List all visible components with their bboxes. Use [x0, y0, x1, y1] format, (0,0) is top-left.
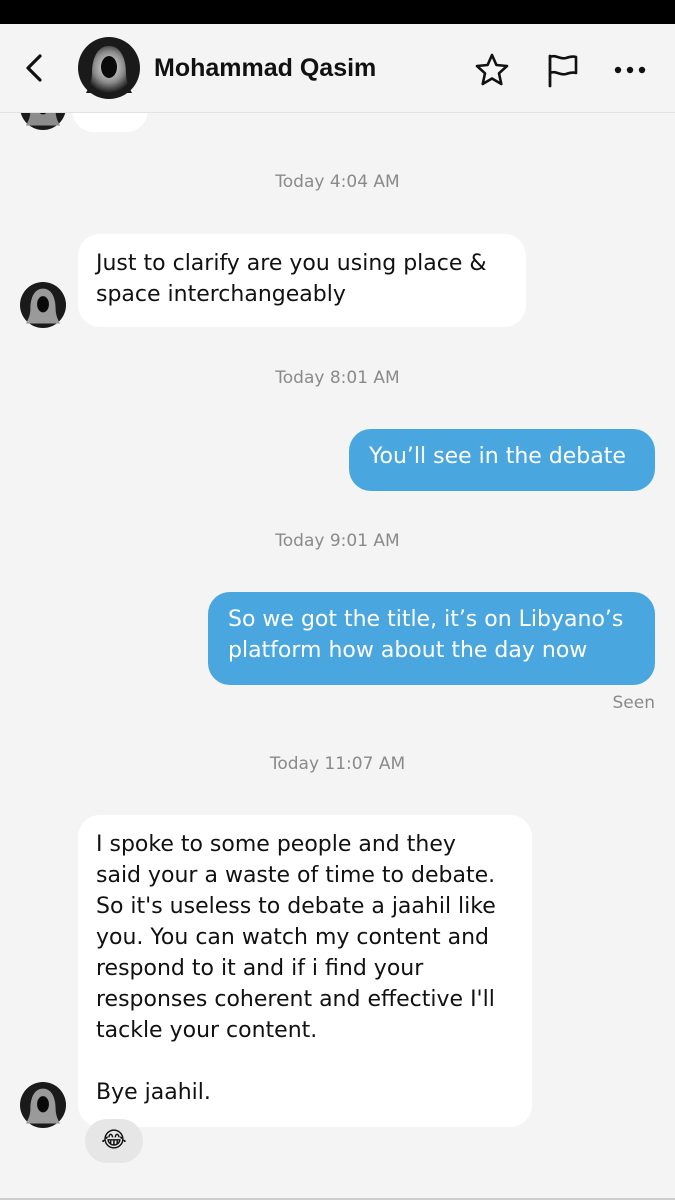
message-line: platform how about the day now: [228, 638, 588, 663]
chat-header: Mohammad Qasim: [0, 24, 675, 113]
message-line: So it's useless to debate a jaahil like: [96, 894, 496, 919]
timestamp: Today 4:04 AM: [275, 172, 400, 192]
message-line: said your a waste of time to debate.: [96, 863, 496, 888]
outgoing-message[interactable]: So we got the title, it’s on Libyano’s p…: [208, 592, 655, 685]
more-options-button[interactable]: [610, 52, 650, 88]
more-horizontal-icon: [614, 66, 646, 74]
message-line: Just to clarify are you using place &: [96, 251, 487, 276]
message-line: So we got the title, it’s on Libyano’s: [228, 607, 624, 632]
back-button[interactable]: [18, 48, 54, 88]
favorite-button[interactable]: [472, 50, 512, 90]
incoming-message[interactable]: Just to clarify are you using place & sp…: [78, 234, 526, 327]
timestamp: Today 8:01 AM: [275, 368, 400, 388]
message-line: Bye jaahil.: [96, 1080, 211, 1105]
message-thread[interactable]: Today 4:04 AM Just to clarify are you us…: [0, 112, 675, 1200]
message-line: respond to it and if i find your: [96, 956, 424, 981]
message-line: space interchangeably: [96, 282, 346, 307]
status-bar: [0, 0, 675, 24]
star-icon: [475, 53, 509, 86]
flag-icon: [548, 54, 578, 88]
message-line: responses coherent and effective I'll: [96, 987, 495, 1012]
contact-name[interactable]: Mohammad Qasim: [154, 54, 376, 83]
timestamp: Today 9:01 AM: [275, 531, 400, 551]
hooded-figure-avatar-icon: [78, 37, 140, 99]
message-line: You’ll see in the debate: [369, 444, 626, 469]
reaction-badge[interactable]: 😂: [85, 1119, 143, 1163]
incoming-message[interactable]: I spoke to some people and they said you…: [78, 815, 532, 1127]
message-line: tackle your content.: [96, 1018, 318, 1043]
contact-avatar[interactable]: [78, 37, 140, 99]
outgoing-message[interactable]: You’ll see in the debate: [349, 429, 655, 491]
sender-avatar[interactable]: [20, 282, 66, 328]
sender-avatar[interactable]: [20, 1082, 66, 1128]
message-line: you. You can watch my content and: [96, 925, 490, 950]
chevron-left-icon: [26, 54, 42, 82]
report-button[interactable]: [542, 50, 582, 90]
previous-message-bubble: [72, 112, 148, 132]
previous-sender-avatar: [20, 112, 66, 130]
message-line: [96, 1046, 514, 1077]
timestamp: Today 11:07 AM: [269, 754, 406, 774]
message-line: I spoke to some people and they: [96, 832, 456, 857]
read-receipt: Seen: [612, 693, 655, 713]
